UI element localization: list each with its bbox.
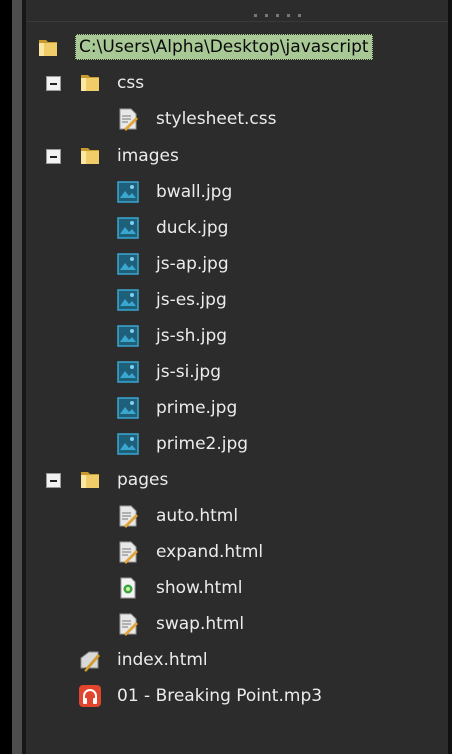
tree-file-label: duck.jpg bbox=[156, 218, 229, 238]
tree-file-label: js-sh.jpg bbox=[156, 326, 228, 346]
tree-file-label: js-si.jpg bbox=[156, 362, 222, 382]
folder-icon bbox=[78, 144, 100, 166]
tree-file-item[interactable]: index.html bbox=[36, 643, 336, 677]
tree-file-label: js-ap.jpg bbox=[156, 254, 229, 274]
panel-header bbox=[26, 0, 448, 22]
tree-folder-label: css bbox=[117, 73, 145, 93]
resize-grip[interactable] bbox=[254, 14, 314, 18]
tree-file-item[interactable]: js-si.jpg bbox=[36, 355, 336, 389]
folder-icon bbox=[78, 468, 100, 490]
folder-icon bbox=[78, 71, 100, 93]
tree-file-label: auto.html bbox=[156, 506, 239, 526]
tree-folder-label: images bbox=[117, 146, 179, 166]
panel-left-frame bbox=[12, 0, 22, 754]
tree-file-item[interactable]: prime2.jpg bbox=[36, 427, 336, 461]
panel-left-shadow bbox=[22, 0, 26, 754]
image-file-icon bbox=[116, 360, 139, 383]
collapse-toggle[interactable] bbox=[46, 149, 61, 164]
image-file-icon bbox=[116, 432, 139, 455]
tree-file-label: prime.jpg bbox=[156, 398, 238, 418]
tree-file-label: show.html bbox=[156, 578, 243, 598]
tree-file-item[interactable]: bwall.jpg bbox=[36, 175, 336, 209]
tree-folder-images[interactable]: images bbox=[36, 139, 336, 173]
tree-file-label: index.html bbox=[117, 650, 208, 670]
tree-file-item[interactable]: js-ap.jpg bbox=[36, 247, 336, 281]
html-file-icon bbox=[116, 612, 138, 636]
collapse-toggle[interactable] bbox=[46, 473, 61, 488]
tree-file-label: prime2.jpg bbox=[156, 434, 249, 454]
tree-file-item[interactable]: swap.html bbox=[36, 607, 336, 641]
tree-file-item[interactable]: 01 - Breaking Point.mp3 bbox=[36, 679, 376, 713]
panel-left-edge bbox=[0, 0, 12, 754]
tree-folder-css[interactable]: css bbox=[36, 66, 336, 100]
image-file-icon bbox=[116, 252, 139, 275]
tree-file-label: expand.html bbox=[156, 542, 264, 562]
tree-file-item[interactable]: prime.jpg bbox=[36, 391, 336, 425]
tree-file-item[interactable]: auto.html bbox=[36, 499, 336, 533]
tree-file-item[interactable]: duck.jpg bbox=[36, 211, 336, 245]
image-file-icon bbox=[116, 396, 139, 419]
html-file-icon bbox=[116, 540, 138, 564]
tree-file-label: stylesheet.css bbox=[156, 109, 277, 129]
tree-file-item[interactable]: stylesheet.css bbox=[36, 102, 336, 136]
tree-root-item[interactable]: C:\Users\Alpha\Desktop\javascript bbox=[36, 30, 420, 64]
tree-file-item[interactable]: js-es.jpg bbox=[36, 283, 336, 317]
image-file-icon bbox=[116, 288, 139, 311]
tree-file-label: 01 - Breaking Point.mp3 bbox=[117, 686, 323, 706]
tree-file-label: js-es.jpg bbox=[156, 290, 227, 310]
tree-folder-label: pages bbox=[117, 470, 169, 490]
html-special-file-icon bbox=[116, 576, 138, 599]
tree-file-item[interactable]: expand.html bbox=[36, 535, 336, 569]
html-edit-file-icon bbox=[78, 648, 100, 672]
tree-file-item[interactable]: js-sh.jpg bbox=[36, 319, 336, 353]
image-file-icon bbox=[116, 324, 139, 347]
html-file-icon bbox=[116, 504, 138, 528]
folder-icon bbox=[36, 36, 58, 58]
tree-root-label: C:\Users\Alpha\Desktop\javascript bbox=[75, 34, 373, 60]
tree-file-item[interactable]: show.html bbox=[36, 571, 336, 605]
panel-right-edge bbox=[448, 0, 452, 754]
image-file-icon bbox=[116, 216, 139, 239]
tree-file-label: swap.html bbox=[156, 614, 245, 634]
tree-file-label: bwall.jpg bbox=[156, 182, 233, 202]
collapse-toggle[interactable] bbox=[46, 76, 61, 91]
file-tree-panel: C:\Users\Alpha\Desktop\javascript css st… bbox=[0, 0, 452, 754]
tree-folder-pages[interactable]: pages bbox=[36, 463, 336, 497]
css-file-icon bbox=[116, 107, 138, 131]
audio-file-icon bbox=[78, 684, 101, 707]
image-file-icon bbox=[116, 180, 139, 203]
